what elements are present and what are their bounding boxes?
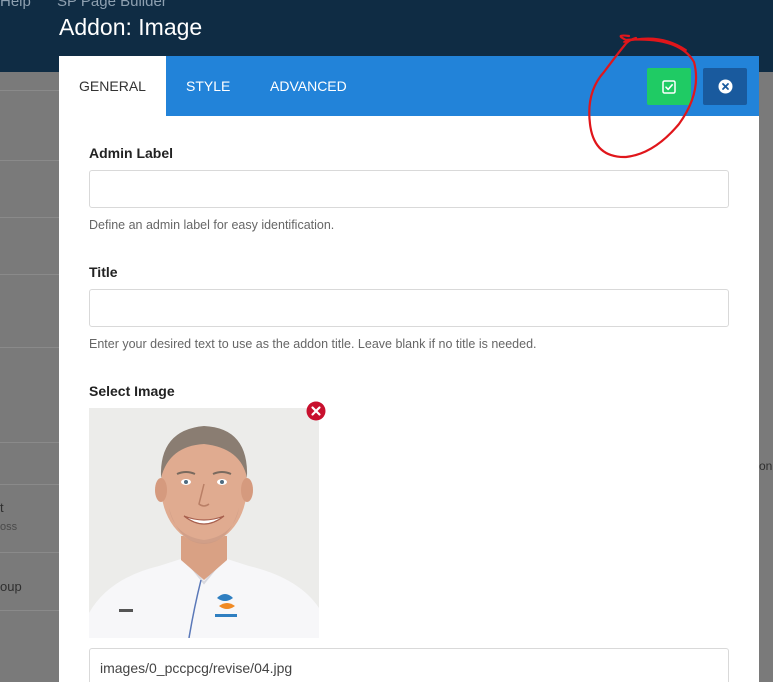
portrait-image xyxy=(89,408,319,638)
title-input[interactable] xyxy=(89,289,729,327)
backdrop-divider xyxy=(0,217,60,218)
backdrop-divider xyxy=(0,552,60,553)
backdrop-divider xyxy=(0,610,60,611)
modal-header: GENERAL STYLE ADVANCED xyxy=(59,56,759,116)
title-label: Title xyxy=(89,264,118,280)
backdrop-row-text: t xyxy=(0,500,4,515)
backdrop-row-text: oup xyxy=(0,579,22,594)
tab-style[interactable]: STYLE xyxy=(186,56,230,116)
backdrop-divider xyxy=(0,484,60,485)
close-circle-icon xyxy=(718,79,732,94)
image-path-input[interactable]: images/0_pccpcg/revise/04.jpg xyxy=(89,648,729,682)
remove-image-button[interactable] xyxy=(306,401,326,421)
backdrop-right-text: on xyxy=(759,459,773,473)
backdrop-divider xyxy=(0,90,60,91)
remove-image-icon xyxy=(306,401,326,421)
backdrop-divider xyxy=(0,160,60,161)
title-help: Enter your desired text to use as the ad… xyxy=(89,337,537,351)
select-image-label: Select Image xyxy=(89,383,175,399)
admin-label-input[interactable] xyxy=(89,170,729,208)
backdrop-divider xyxy=(0,442,60,443)
tab-advanced[interactable]: ADVANCED xyxy=(270,56,347,116)
check-square-icon xyxy=(662,79,676,94)
image-preview[interactable] xyxy=(89,408,319,638)
backdrop-menu-page-builder: SP Page Builder xyxy=(57,0,167,10)
close-button[interactable] xyxy=(703,68,747,105)
backdrop-row-subtext: oss xyxy=(0,521,18,533)
modal-title: Addon: Image xyxy=(59,14,203,40)
admin-label-help: Define an admin label for easy identific… xyxy=(89,218,335,232)
backdrop-menu-help: Help xyxy=(0,0,31,10)
backdrop-divider xyxy=(0,274,60,275)
tab-general[interactable]: GENERAL xyxy=(59,56,166,116)
addon-modal: GENERAL STYLE ADVANCED Admin Label Defin… xyxy=(59,56,759,682)
save-button[interactable] xyxy=(647,68,691,105)
admin-label-label: Admin Label xyxy=(89,145,174,161)
backdrop-divider xyxy=(0,347,60,348)
